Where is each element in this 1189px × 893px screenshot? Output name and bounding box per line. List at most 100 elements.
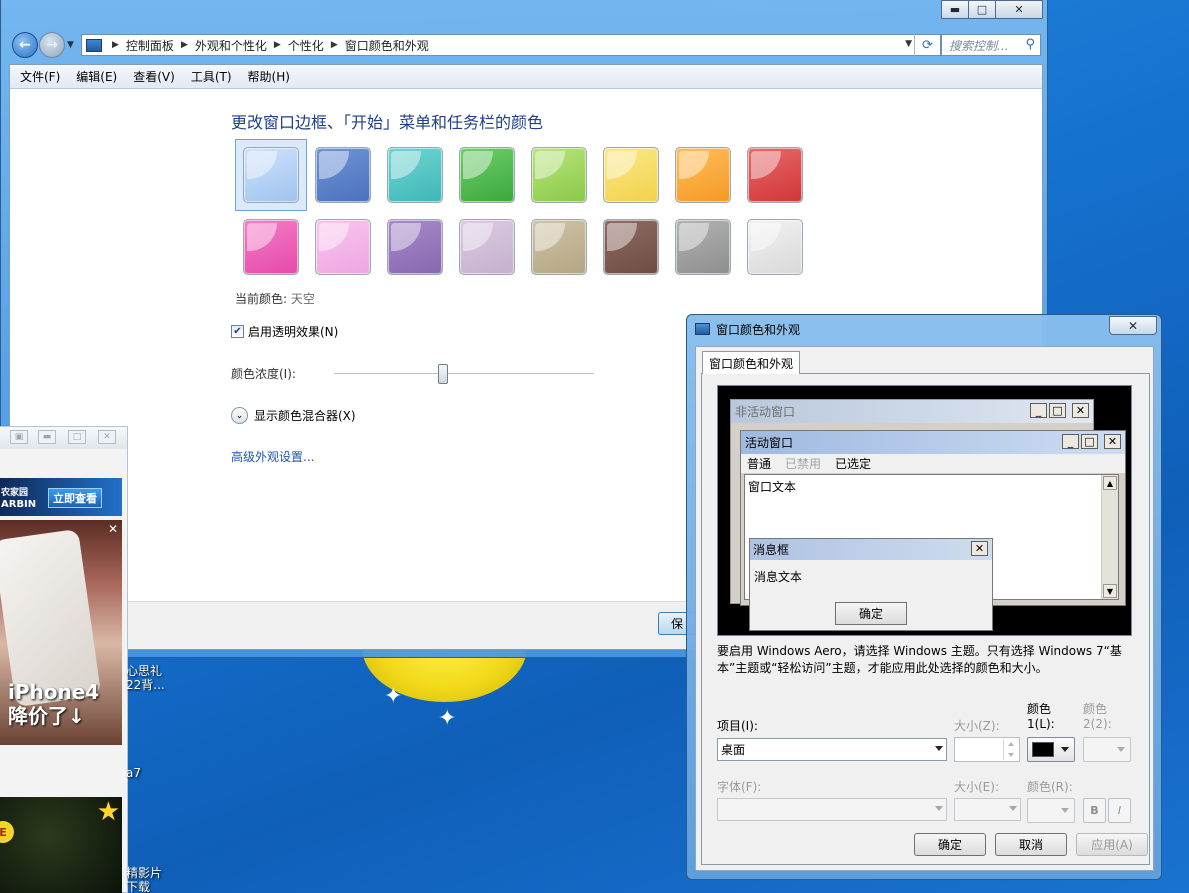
item-label: 项目(I): [717,719,758,733]
desktop-icon-label[interactable]: 精影片 下载 [126,866,162,893]
color1-label-top: 颜色 [1027,702,1052,716]
desktop-icon-label[interactable]: 心思礼 22背... [126,664,165,692]
item-select[interactable]: 桌面 [717,738,947,761]
menu-view[interactable]: 查看(V) [127,68,181,85]
font-size-select[interactable] [954,798,1021,821]
dialog-close-button[interactable]: ✕ [1109,316,1157,335]
color-swatch[interactable] [243,219,299,275]
advanced-appearance-link[interactable]: 高级外观设置... [231,448,314,465]
preview-menu-selected[interactable]: 已选定 [835,455,871,472]
color-mixer-label: 显示颜色混合器(X) [254,409,356,423]
color-swatch[interactable] [459,219,515,275]
caption-buttons: ▬ □ ✕ [941,0,1043,19]
intensity-slider-track[interactable] [334,373,594,375]
ad-restore-icon[interactable]: ▣ [10,430,28,444]
ad-bottom-image[interactable]: ★ E [0,797,122,893]
ad-close-icon[interactable]: ✕ [98,430,116,444]
font-color-picker-button[interactable] [1027,798,1075,823]
transparency-checkbox[interactable]: ✔ [231,325,244,338]
preview-close-icon: ✕ [1072,403,1089,418]
color-swatch[interactable] [531,147,587,203]
dialog-title: 窗口颜色和外观 [716,323,801,337]
color-swatch[interactable] [315,219,371,275]
preview-menu: 普通 已禁用 已选定 [741,454,1125,473]
desktop-icon-label[interactable]: a7 [126,766,141,780]
chevron-down-icon [1009,806,1017,811]
color-swatch[interactable] [603,147,659,203]
color-swatch[interactable] [459,147,515,203]
minimize-button[interactable]: ▬ [941,0,969,19]
bold-button[interactable]: B [1083,798,1106,823]
ad-minimize-icon[interactable]: ▬ [38,430,56,444]
font-select[interactable] [717,798,947,821]
preview-menu-normal[interactable]: 普通 [747,455,771,472]
font-size-label: 大小(E): [954,780,999,794]
breadcrumb-appearance[interactable]: 外观和个性化 [195,37,267,54]
ad-iphone-image[interactable]: ✕ iPhone4 降价了↓ [0,520,122,745]
aero-note: 要启用 Windows Aero，请选择 Windows 主题。只有选择 Win… [717,644,1122,675]
search-input[interactable]: 搜索控制... ⚲ [941,34,1041,56]
tab-window-color[interactable]: 窗口颜色和外观 [702,351,801,374]
color-swatch[interactable] [747,219,803,275]
ad-maximize-icon[interactable]: □ [68,430,86,444]
intensity-slider-thumb[interactable] [438,364,449,384]
chevron-down-icon [1117,747,1125,752]
scroll-down-icon: ▼ [1103,584,1117,598]
ad-image-close-icon[interactable]: ✕ [108,522,118,536]
size-spinner[interactable] [954,737,1020,762]
preview-maximize-icon: □ [1049,403,1066,418]
color1-picker-button[interactable] [1027,737,1075,762]
ad-view-now-button[interactable]: 立即查看 [48,488,102,508]
menu-tools[interactable]: 工具(T) [185,68,238,85]
recent-pages-dropdown[interactable]: ▼ [67,40,74,50]
forward-button[interactable]: → [39,32,65,58]
color-swatch[interactable] [747,147,803,203]
color-swatch[interactable] [531,219,587,275]
color2-picker-button[interactable] [1083,737,1131,762]
address-bar[interactable]: ▶ 控制面板 ▶ 外观和个性化 ▶ 个性化 ▶ 窗口颜色和外观 ▼ ⟳ [81,34,941,56]
breadcrumb-control-panel[interactable]: 控制面板 [126,37,174,54]
preview-minimize-icon: _ [1030,403,1047,418]
breadcrumb-personalization[interactable]: 个性化 [288,37,324,54]
sparkle-icon: ✦ [384,684,403,709]
tab-panel: 非活动窗口 _ □ ✕ 活动窗口 _ □ ✕ 普通 已禁用 已选定 窗口文本 ▲… [701,373,1150,865]
ok-button[interactable]: 确定 [914,833,986,856]
cancel-button[interactable]: 取消 [995,833,1067,856]
refresh-icon[interactable]: ⟳ [914,34,940,56]
color-swatch[interactable] [387,147,443,203]
preview-message-box[interactable]: 消息框 ✕ 消息文本 确定 [749,538,993,631]
search-icon[interactable]: ⚲ [1025,37,1035,52]
preview-scrollbar[interactable]: ▲ ▼ [1101,475,1118,599]
chevron-down-icon [935,806,943,811]
color-swatch[interactable] [675,219,731,275]
italic-button[interactable]: I [1108,798,1131,823]
ad-title-bar: ▣ ▬ □ ✕ [0,427,127,449]
preview-menu-disabled[interactable]: 已禁用 [785,455,821,472]
transparency-checkbox-row[interactable]: ✔ 启用透明效果(N) [231,323,338,340]
color-swatch[interactable] [387,219,443,275]
maximize-button[interactable]: □ [968,0,996,19]
chevron-down-icon[interactable]: ⌄ [231,407,248,424]
preview-inactive-title: 非活动窗口 [735,405,796,419]
window-icon [695,323,710,335]
size-label: 大小(Z): [954,719,1000,733]
color-mixer-toggle[interactable]: ⌄ 显示颜色混合器(X) [231,407,356,424]
back-button[interactable]: ← [12,32,38,58]
chevron-down-icon [1061,808,1069,813]
ad-banner[interactable]: 农家园 ARBIN 立即查看 [0,478,122,516]
color-swatch[interactable] [243,147,299,203]
color-swatch[interactable] [315,147,371,203]
menu-edit[interactable]: 编辑(E) [70,68,123,85]
close-button[interactable]: ✕ [995,0,1043,19]
breadcrumb-window-color[interactable]: 窗口颜色和外观 [345,37,429,54]
apply-button[interactable]: 应用(A) [1076,833,1148,856]
menu-help[interactable]: 帮助(H) [242,68,296,85]
color2-label-top: 颜色 [1083,702,1108,716]
color2-label-bottom: 2(2): [1083,717,1112,731]
color-swatch[interactable] [603,219,659,275]
address-dropdown-icon[interactable]: ▼ [905,39,912,49]
menu-file[interactable]: 文件(F) [14,68,66,85]
appearance-preview[interactable]: 非活动窗口 _ □ ✕ 活动窗口 _ □ ✕ 普通 已禁用 已选定 窗口文本 ▲… [717,385,1132,636]
color-swatch[interactable] [675,147,731,203]
dialog-body: 窗口颜色和外观 非活动窗口 _ □ ✕ 活动窗口 _ □ ✕ 普通 已禁用 已选… [695,346,1154,871]
